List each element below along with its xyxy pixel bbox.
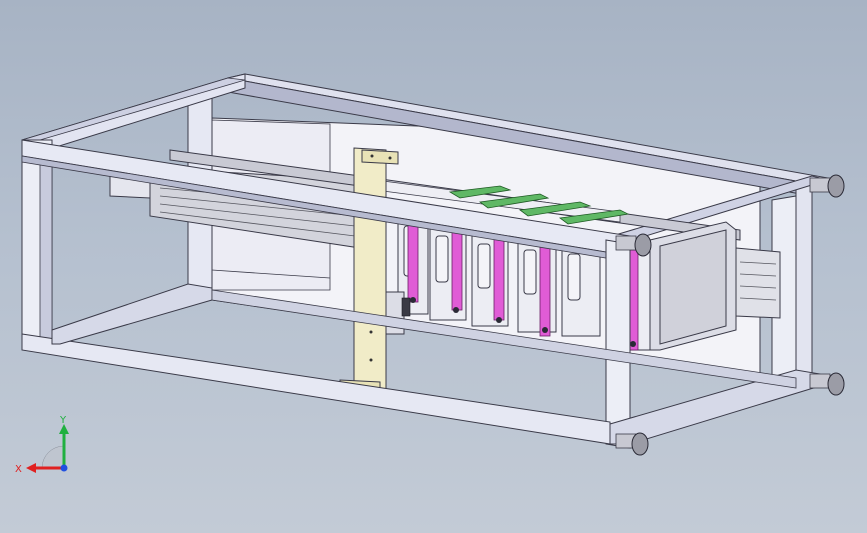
foot-back-right-bottom: [809, 372, 845, 396]
foot-back-right-top: [809, 174, 845, 198]
frame-front-right-post: [605, 239, 631, 449]
x-axis-label: X: [15, 464, 22, 475]
y-axis-label: Y: [59, 415, 67, 426]
frame-bottom-front-beam: [21, 333, 611, 445]
cad-viewport[interactable]: Y X: [0, 0, 867, 533]
z-axis-dot: [60, 464, 68, 472]
module-2[interactable]: [429, 223, 467, 321]
3d-model-frame-assembly[interactable]: [0, 0, 867, 533]
module-4[interactable]: [517, 235, 557, 337]
frame-bottom-left-beam: [51, 283, 213, 345]
foot-front-right-bottom: [615, 432, 649, 456]
frame-front-left-post: [21, 139, 53, 341]
triad-plane: [41, 445, 65, 469]
module-3[interactable]: [471, 229, 509, 327]
coordinate-triad: Y X: [15, 415, 69, 475]
